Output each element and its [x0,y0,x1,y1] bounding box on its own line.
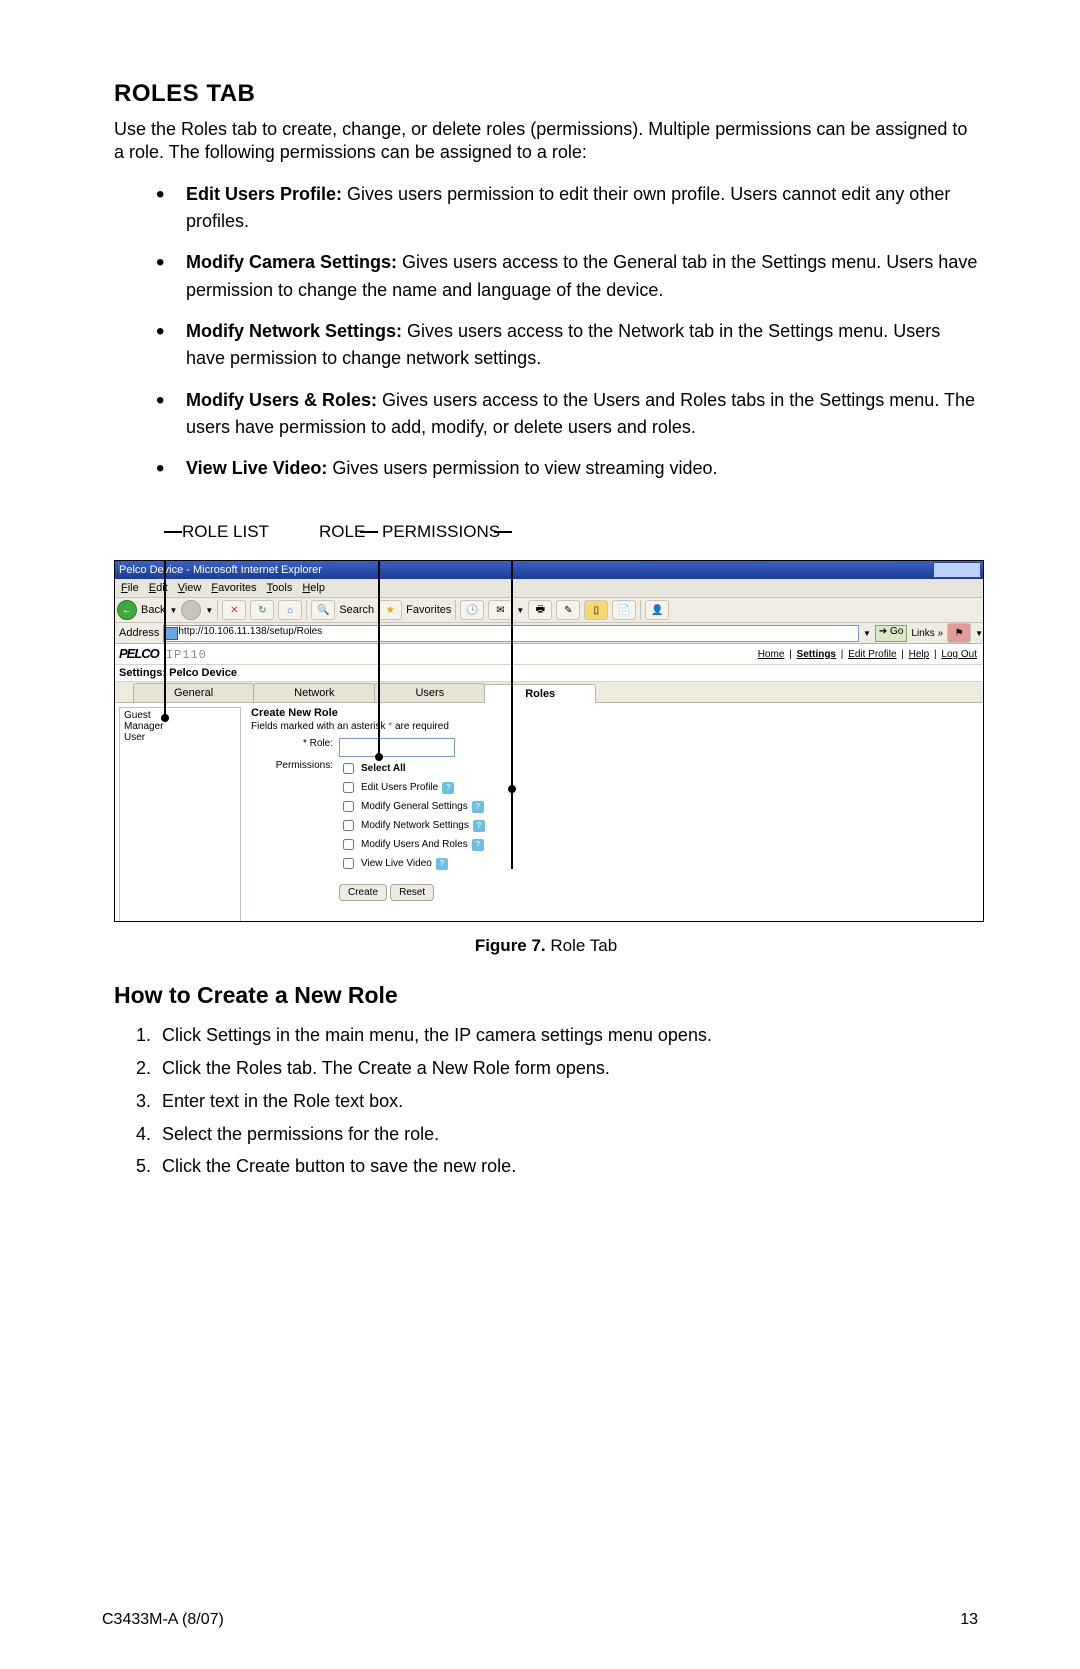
stop-icon[interactable]: ✕ [222,600,246,620]
role-list-item[interactable]: Guest [124,710,236,721]
step-item: Click the Create button to save the new … [156,1152,978,1181]
list-item: Modify Users & Roles: Gives users access… [156,385,978,440]
window-title: Pelco Device - Microsoft Internet Explor… [119,564,322,576]
search-label: Search [339,604,374,616]
messenger-icon[interactable]: 👤 [645,600,669,620]
step-item: Click the Roles tab. The Create a New Ro… [156,1054,978,1083]
help-icon[interactable]: ? [442,782,454,794]
annot-role: ROLE [319,522,365,542]
app-top-nav: Home | Settings | Edit Profile | Help | … [756,649,979,660]
back-button[interactable]: ← [117,600,137,620]
role-name-input[interactable] [339,738,455,757]
roles-tab-body: Guest Manager User Create New Role Field… [115,703,983,922]
tab-network[interactable]: Network [253,683,375,702]
permissions-label: Permissions: [251,760,339,771]
menu-tools[interactable]: Tools [267,582,293,594]
menu-view[interactable]: View [178,582,202,594]
nav-settings[interactable]: Settings [797,649,836,660]
create-button[interactable]: Create [339,884,387,901]
annot-role-list: ROLE LIST [182,522,269,542]
footer-docid: C3433M-A (8/07) [102,1611,224,1629]
refresh-icon[interactable]: ↻ [250,600,274,620]
list-item: View Live Video: Gives users permission … [156,453,978,484]
home-icon[interactable]: ⌂ [278,600,302,620]
edit-icon[interactable]: ✎ [556,600,580,620]
section-heading: ROLES TAB [114,80,978,108]
folder-icon[interactable]: ▯ [584,600,608,620]
print-icon[interactable]: 🖶 [528,600,552,620]
list-item: Edit Users Profile: Gives users permissi… [156,179,978,234]
help-icon[interactable]: ? [473,820,485,832]
permissions-bullet-list: Edit Users Profile: Gives users permissi… [114,179,978,485]
perm-modify-general[interactable]: Modify General Settings ? [339,798,485,815]
tab-general[interactable]: General [133,683,254,702]
back-label: Back [141,604,165,616]
nav-logout[interactable]: Log Out [941,649,977,660]
go-button[interactable]: ➔ Go [875,625,908,642]
address-bar: Address http://10.106.11.138/setup/Roles… [115,623,983,644]
mail-icon[interactable]: ✉ [488,600,512,620]
role-list[interactable]: Guest Manager User [119,707,241,922]
pelco-logo: PELCO [119,646,159,661]
browser-toolbar: ← Back ▼ ▼ ✕ ↻ ⌂ 🔍 Search ★ Favorites 🕓 … [115,598,983,623]
step-item: Enter text in the Role text box. [156,1087,978,1116]
annot-permissions: PERMISSIONS [382,522,500,542]
tab-roles[interactable]: Roles [484,684,596,703]
perm-modify-users-roles[interactable]: Modify Users And Roles ? [339,836,485,853]
form-heading: Create New Role [251,707,977,719]
discuss-icon[interactable]: 📄 [612,600,636,620]
search-icon[interactable]: 🔍 [311,600,335,620]
favorites-icon[interactable]: ★ [378,600,402,620]
addon-icon[interactable]: ⚑ [947,623,971,643]
role-list-item[interactable]: Manager [124,721,236,732]
step-item: Select the permissions for the role. [156,1120,978,1149]
perm-edit-users-profile[interactable]: Edit Users Profile ? [339,779,485,796]
help-icon[interactable]: ? [472,839,484,851]
perm-select-all[interactable]: Select All [339,760,485,777]
help-icon[interactable]: ? [436,858,448,870]
list-item: Modify Network Settings: Gives users acc… [156,316,978,371]
app-header: PELCO IP110 Home | Settings | Edit Profi… [115,644,983,665]
perm-modify-network[interactable]: Modify Network Settings ? [339,817,485,834]
perm-view-live-video[interactable]: View Live Video ? [339,855,485,872]
nav-home[interactable]: Home [758,649,785,660]
history-icon[interactable]: 🕓 [460,600,484,620]
figure-browser-window: Pelco Device - Microsoft Internet Explor… [114,560,984,922]
howto-heading: How to Create a New Role [114,982,978,1009]
intro-paragraph: Use the Roles tab to create, change, or … [114,118,978,165]
window-control-buttons[interactable] [933,562,981,578]
role-field-label: * Role: [303,738,333,749]
links-label[interactable]: Links » [911,628,943,639]
nav-help[interactable]: Help [909,649,930,660]
form-required-note: Fields marked with an asterisk * are req… [251,721,977,732]
menu-file[interactable]: File [121,582,139,594]
menu-help[interactable]: Help [302,582,325,594]
window-titlebar: Pelco Device - Microsoft Internet Explor… [115,561,983,579]
figure-annotations: ROLE LIST ROLE PERMISSIONS [114,522,978,562]
create-role-form: Create New Role Fields marked with an as… [245,703,983,922]
nav-edit-profile[interactable]: Edit Profile [848,649,896,660]
step-item: Click Settings in the main menu, the IP … [156,1021,978,1050]
reset-button[interactable]: Reset [390,884,434,901]
address-label: Address [119,627,159,639]
figure-caption: Figure 7. Role Tab [114,936,978,956]
menu-favorites[interactable]: Favorites [211,582,256,594]
forward-button[interactable] [181,600,201,620]
favorites-label: Favorites [406,604,451,616]
page-footer: C3433M-A (8/07) 13 [102,1611,978,1629]
footer-page-number: 13 [960,1611,978,1629]
browser-menubar[interactable]: File Edit View Favorites Tools Help [115,579,983,598]
settings-tabstrip: General Network Users Roles [115,682,983,703]
help-icon[interactable]: ? [472,801,484,813]
howto-steps: Click Settings in the main menu, the IP … [114,1021,978,1181]
settings-title: Settings: Pelco Device [115,665,983,682]
list-item: Modify Camera Settings: Gives users acce… [156,247,978,302]
device-model: IP110 [166,648,207,662]
permissions-checkbox-group: Select All Edit Users Profile ? Modify G… [339,760,485,872]
tab-users[interactable]: Users [374,683,485,702]
role-list-item[interactable]: User [124,732,236,743]
